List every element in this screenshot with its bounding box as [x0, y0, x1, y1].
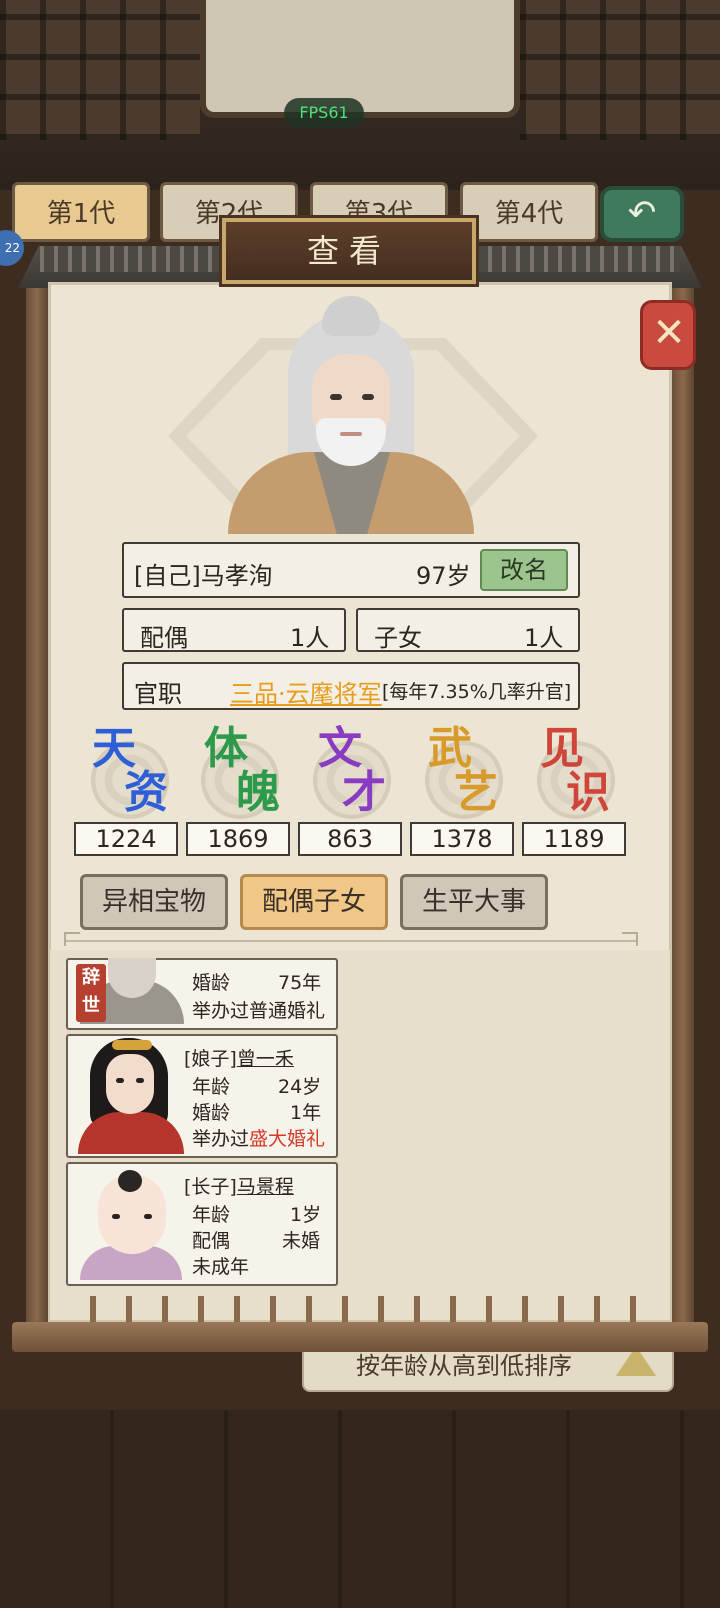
deceased-stamp-char-2: 世	[82, 995, 100, 1016]
wife-role: [娘子]	[184, 1048, 237, 1070]
wife-wedding-type: 盛大婚礼	[249, 1128, 326, 1150]
wife-title[interactable]: [娘子]曾一禾	[184, 1044, 294, 1071]
back-arrow-button[interactable]: ↶	[600, 186, 684, 242]
frame-pillar-left	[26, 280, 48, 1335]
generation-tab-1[interactable]: 第1代	[12, 182, 150, 242]
wife-wedding: 举办过盛大婚礼	[192, 1124, 325, 1151]
back-arrow-icon: ↶	[627, 193, 657, 233]
window-lattice-right	[520, 0, 720, 140]
son-age-value: 1岁	[290, 1204, 322, 1226]
deceased-stamp: 辞 世	[76, 964, 106, 1022]
deceased-wedding: 举办过普通婚礼	[192, 996, 325, 1023]
wife-eye-left	[116, 1078, 124, 1083]
background-floor	[0, 1410, 720, 1608]
divider-corner-right	[622, 932, 638, 946]
wife-eye-right	[136, 1078, 144, 1083]
wife-wedding-prefix: 举办过	[192, 1128, 250, 1150]
frame-base	[12, 1322, 708, 1352]
deceased-wedding-prefix: 举办过	[192, 1000, 250, 1022]
son-age-label: 年龄	[192, 1204, 231, 1226]
wife-name[interactable]: 曾一禾	[237, 1048, 294, 1070]
attr-insight-value: 1189	[522, 822, 626, 856]
son-spouse-value: 未婚	[282, 1230, 321, 1252]
rename-button[interactable]: 改名	[480, 549, 568, 591]
fps-counter: FPS61	[284, 98, 364, 128]
character-age: 97岁	[416, 562, 471, 590]
spouse-row: 配偶 1人	[122, 608, 346, 652]
wife-age-label: 年龄	[192, 1076, 231, 1098]
son-eye-right	[144, 1214, 152, 1219]
dialog-title: 查看	[219, 215, 479, 287]
attr-literary-value: 863	[298, 822, 402, 856]
wife-age-value: 24岁	[278, 1076, 322, 1098]
generation-tab-4[interactable]: 第4代	[460, 182, 598, 242]
elder-eye-right	[362, 394, 374, 400]
attr-insight-char-2: 识	[566, 767, 610, 818]
children-row: 子女 1人	[356, 608, 580, 652]
wife-portrait-face	[106, 1054, 154, 1114]
son-hair-tuft	[118, 1170, 142, 1192]
attr-physique-char-1: 体	[204, 723, 248, 774]
attr-talent-char-1: 天	[92, 723, 136, 774]
deceased-stamp-char-1: 辞	[82, 967, 100, 988]
attr-martial-char-1: 武	[428, 723, 472, 774]
attr-physique-value: 1869	[186, 822, 290, 856]
attr-martial-char-2: 艺	[454, 767, 498, 818]
spouse-label: 配偶	[140, 624, 188, 652]
deceased-marriage-value: 75年	[278, 972, 322, 994]
wife-marriage-label: 婚龄	[192, 1102, 231, 1124]
window-lattice-left	[0, 0, 200, 140]
attr-martial-value: 1378	[410, 822, 514, 856]
deceased-wedding-type: 普通婚礼	[249, 1000, 326, 1022]
close-x-icon[interactable]: ✕	[650, 310, 688, 356]
office-promotion-note: [每年7.35%几率升官]	[382, 681, 572, 703]
section-divider	[66, 940, 636, 942]
wife-marriage-value: 1年	[290, 1102, 322, 1124]
deceased-marriage-label: 婚龄	[192, 972, 231, 994]
office-label: 官职	[134, 680, 182, 708]
character-name: [自己]马孝洵	[134, 562, 273, 590]
tab-life-events[interactable]: 生平大事	[400, 874, 548, 930]
hanging-painting	[200, 0, 520, 118]
office-row: 官职 三品·云麾将军 [每年7.35%几率升官]	[122, 662, 580, 710]
son-eye-left	[112, 1214, 120, 1219]
office-rank[interactable]: 三品·云麾将军	[230, 674, 382, 709]
son-status: 未成年	[192, 1256, 250, 1278]
tab-treasures[interactable]: 异相宝物	[80, 874, 228, 930]
wife-hair-ornament	[112, 1040, 152, 1050]
children-label: 子女	[374, 624, 422, 652]
attr-talent-value: 1224	[74, 822, 178, 856]
son-spouse-label: 配偶	[192, 1230, 231, 1252]
children-count: 1人	[524, 624, 564, 652]
attr-literary-char-1: 文	[318, 723, 362, 774]
spouse-count: 1人	[290, 624, 330, 652]
son-role: [长子]	[184, 1176, 237, 1198]
attr-physique-char-2: 魄	[236, 767, 280, 818]
attr-talent-char-2: 资	[124, 767, 168, 818]
tab-spouse-children[interactable]: 配偶子女	[240, 874, 388, 930]
elder-mouth	[340, 432, 362, 436]
attr-literary-char-2: 才	[342, 767, 386, 818]
elder-eye-left	[330, 394, 342, 400]
son-title[interactable]: [长子]马景程	[184, 1172, 294, 1199]
son-name[interactable]: 马景程	[237, 1176, 294, 1198]
divider-corner-left	[64, 932, 80, 946]
frame-pillar-right	[672, 280, 694, 1335]
attr-insight-char-1: 见	[540, 723, 584, 774]
